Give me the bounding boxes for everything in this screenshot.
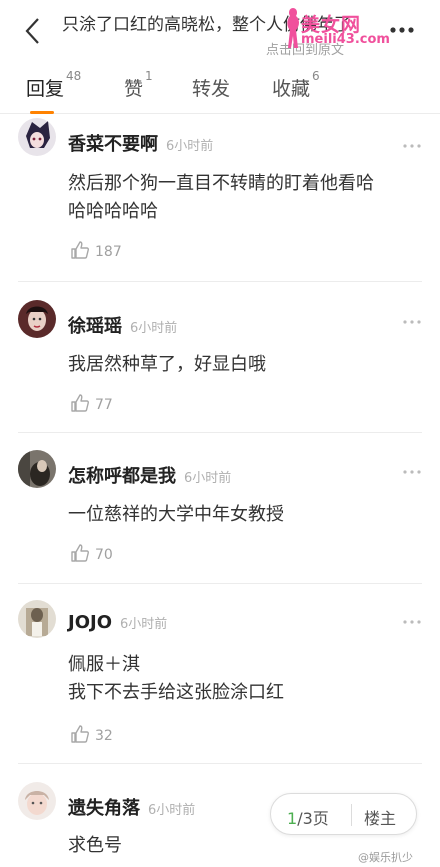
tab-label: 收藏 [272, 78, 311, 100]
more-options-icon[interactable] [388, 20, 416, 40]
avatar[interactable] [18, 782, 56, 820]
tab-replies[interactable]: 回复48 [26, 69, 81, 101]
like-button[interactable]: 70 [70, 543, 113, 563]
thumbs-up-icon [71, 394, 89, 412]
comment-author[interactable]: 怎称呼都是我 6小时前 [68, 462, 231, 488]
divider [18, 763, 422, 764]
active-tab-indicator [30, 111, 54, 114]
woman-silhouette-icon [287, 8, 299, 48]
page-switcher: 1/3页 楼主 [270, 793, 417, 835]
tab-label: 转发 [192, 78, 231, 100]
comment-author[interactable]: 遗失角落 6小时前 [68, 794, 195, 820]
comment-text: 一位慈祥的大学中年女教授 [68, 504, 284, 525]
tab-count: 6 [312, 68, 320, 83]
comment-more-icon[interactable] [402, 618, 422, 626]
comment-time: 6小时前 [166, 139, 214, 154]
comment-time: 6小时前 [120, 617, 168, 632]
back-arrow-icon[interactable] [22, 16, 44, 46]
avatar[interactable] [18, 450, 56, 488]
like-button[interactable]: 187 [70, 240, 122, 260]
thumbs-up-icon [71, 544, 89, 562]
like-count: 187 [95, 244, 122, 260]
comment-more-icon[interactable] [402, 468, 422, 476]
like-count: 70 [95, 547, 113, 563]
divider [18, 432, 422, 433]
like-count: 32 [95, 728, 113, 744]
pager-divider [351, 804, 352, 826]
comment-author[interactable]: 香菜不要啊 6小时前 [68, 130, 213, 156]
comment-author[interactable]: JOJO 6小时前 [68, 612, 167, 633]
like-button[interactable]: 32 [70, 724, 113, 744]
site-watermark: 美女网 meili43.com [283, 6, 390, 50]
corner-watermark: @娱乐扒少 [358, 851, 413, 864]
current-page: 1 [287, 809, 298, 828]
tab-count: 1 [145, 68, 153, 83]
comment-time: 6小时前 [130, 321, 178, 336]
comment-more-icon[interactable] [402, 318, 422, 326]
comment-author[interactable]: 徐瑶瑶 6小时前 [68, 312, 177, 338]
tab-favorites[interactable]: 收藏6 [272, 69, 320, 101]
comment-time: 6小时前 [184, 471, 232, 486]
tab-reposts[interactable]: 转发 [192, 74, 230, 101]
tab-count: 48 [66, 68, 82, 83]
comment-text: 然后那个狗一直目不转睛的盯着他看哈 哈哈哈哈哈 [68, 173, 374, 222]
top-bar: 只涂了口红的高晓松，整个人仿佛年了 点击回到原文 美女网 meili43.com [0, 0, 440, 62]
comment-text: 我居然种草了，好显白哦 [68, 354, 266, 375]
avatar[interactable] [18, 118, 56, 156]
divider [18, 281, 422, 282]
like-count: 77 [95, 397, 113, 413]
tab-bar: 回复48 赞1 转发 收藏6 [0, 66, 440, 114]
avatar[interactable] [18, 600, 56, 638]
op-only-button[interactable]: 楼主 [364, 805, 396, 829]
tab-label: 回复 [26, 78, 65, 100]
page-indicator[interactable]: 1/3页 [287, 805, 329, 829]
thumbs-up-icon [71, 725, 89, 743]
comment-time: 6小时前 [148, 803, 196, 818]
like-button[interactable]: 77 [70, 393, 113, 413]
divider [18, 583, 422, 584]
total-pages: /3页 [297, 809, 329, 828]
tab-label: 赞 [124, 78, 144, 100]
comment-more-icon[interactable] [402, 142, 422, 150]
watermark-url: meili43.com [301, 32, 390, 47]
avatar[interactable] [18, 300, 56, 338]
thumbs-up-icon [71, 241, 89, 259]
tab-likes[interactable]: 赞1 [124, 69, 153, 101]
comment-text: 佩服＋淇 我下不去手给这张脸涂口红 [68, 654, 284, 703]
